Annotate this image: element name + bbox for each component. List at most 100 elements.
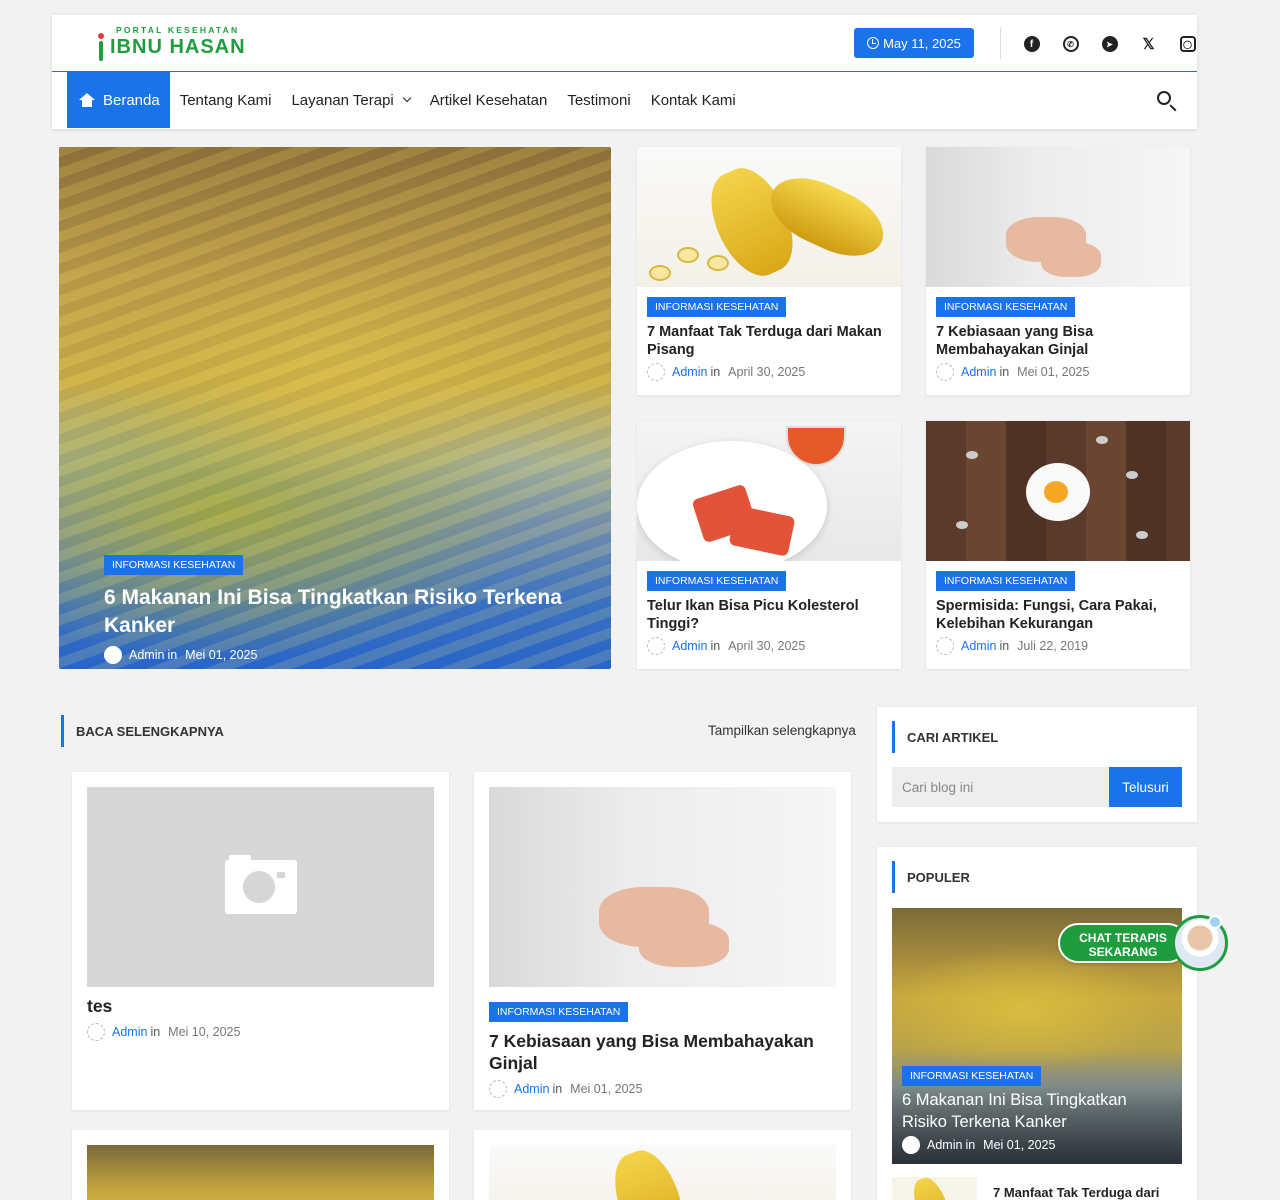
author-link[interactable]: Admin bbox=[672, 365, 707, 379]
post-title[interactable]: 7 Manfaat Tak Terduga dari bbox=[993, 1185, 1159, 1200]
featured-card[interactable]: INFORMASI KESEHATAN Telur Ikan Bisa Picu… bbox=[637, 421, 901, 669]
nav-item-beranda[interactable]: Beranda bbox=[67, 72, 170, 128]
show-all-link[interactable]: Tampilkan selengkapnya bbox=[708, 723, 856, 738]
nav-item-kontak-kami[interactable]: Kontak Kami bbox=[641, 72, 746, 128]
post-thumbnail[interactable] bbox=[489, 787, 836, 987]
nav-label: Layanan Terapi bbox=[291, 91, 394, 109]
avatar bbox=[936, 637, 954, 655]
post-thumbnail[interactable] bbox=[892, 1177, 977, 1200]
divider bbox=[1000, 27, 1001, 59]
nav-item-artikel-kesehatan[interactable]: Artikel Kesehatan bbox=[420, 72, 558, 128]
post-meta: Admin in Mei 01, 2025 bbox=[104, 646, 571, 664]
post-meta: Admin in April 30, 2025 bbox=[647, 637, 891, 655]
current-date: May 11, 2025 bbox=[883, 35, 961, 51]
post-meta: Admin in Mei 01, 2025 bbox=[489, 1080, 836, 1098]
category-badge[interactable]: INFORMASI KESEHATAN bbox=[489, 1002, 629, 1022]
instagram-icon: ◯ bbox=[1179, 36, 1196, 52]
search-button[interactable]: Telusuri bbox=[1109, 767, 1182, 807]
status-dot bbox=[1208, 915, 1222, 929]
social-links: f ✆ ➤ 𝕏 ◯ bbox=[1012, 33, 1207, 55]
avatar bbox=[104, 646, 122, 664]
author-link[interactable]: Admin bbox=[129, 648, 164, 662]
featured-card[interactable]: INFORMASI KESEHATAN 7 Manfaat Tak Terdug… bbox=[637, 147, 901, 395]
chat-therapist-button[interactable]: CHAT TERAPIS SEKARANG bbox=[1058, 915, 1228, 973]
post-title[interactable]: 6 Makanan Ini Bisa Tingkatkan Risiko Ter… bbox=[104, 584, 571, 640]
author-link[interactable]: Admin bbox=[927, 1138, 962, 1152]
widget-title: CARI ARTIKEL bbox=[892, 721, 998, 753]
author-link[interactable]: Admin bbox=[961, 365, 996, 379]
post-thumbnail[interactable] bbox=[637, 147, 901, 287]
blog-search-form: Telusuri bbox=[892, 767, 1182, 807]
category-badge[interactable]: INFORMASI KESEHATAN bbox=[936, 571, 1076, 591]
post-thumbnail[interactable] bbox=[87, 1145, 434, 1200]
post-title[interactable]: 7 Manfaat Tak Terduga dari Makan Pisang bbox=[647, 323, 891, 359]
category-badge[interactable]: INFORMASI KESEHATAN bbox=[647, 297, 787, 317]
section-title: BACA SELENGKAPNYA bbox=[61, 715, 224, 747]
post-title[interactable]: Telur Ikan Bisa Picu Kolesterol Tinggi? bbox=[647, 597, 891, 633]
nav-label: Beranda bbox=[103, 91, 160, 109]
clock-icon bbox=[867, 37, 880, 49]
category-badge[interactable]: INFORMASI KESEHATAN bbox=[104, 555, 244, 575]
post-date: April 30, 2025 bbox=[728, 639, 806, 653]
post-thumbnail[interactable] bbox=[637, 421, 901, 561]
chevron-down-icon bbox=[402, 93, 412, 103]
category-badge[interactable]: INFORMASI KESEHATAN bbox=[647, 571, 787, 591]
category-badge[interactable]: INFORMASI KESEHATAN bbox=[936, 297, 1076, 317]
search-widget: CARI ARTIKEL Telusuri bbox=[877, 707, 1197, 822]
site-logo[interactable]: PORTAL KESEHATAN IBNU HASAN bbox=[98, 25, 246, 61]
x-icon: 𝕏 bbox=[1142, 36, 1155, 53]
post-card[interactable]: tes Admin in Mei 10, 2025 bbox=[72, 772, 449, 1110]
post-thumbnail[interactable] bbox=[926, 147, 1190, 287]
nav-item-testimoni[interactable]: Testimoni bbox=[557, 72, 640, 128]
post-date: Mei 10, 2025 bbox=[168, 1025, 241, 1039]
author-link[interactable]: Admin bbox=[961, 639, 996, 653]
post-date: Mei 01, 2025 bbox=[1017, 365, 1090, 379]
post-title[interactable]: 7 Kebiasaan yang Bisa Membahayakan Ginja… bbox=[936, 323, 1180, 359]
telegram-icon: ➤ bbox=[1101, 36, 1118, 52]
post-title[interactable]: tes bbox=[87, 995, 434, 1017]
post-card[interactable] bbox=[72, 1130, 449, 1200]
whatsapp-icon: ✆ bbox=[1062, 36, 1079, 52]
logo-mark-icon bbox=[98, 32, 104, 61]
post-meta: Admin in Mei 10, 2025 bbox=[87, 1023, 434, 1041]
widget-title: POPULER bbox=[892, 861, 970, 893]
category-badge[interactable]: INFORMASI KESEHATAN bbox=[902, 1066, 1042, 1086]
avatar bbox=[489, 1080, 507, 1098]
site-header: PORTAL KESEHATAN IBNU HASAN May 11, 2025… bbox=[52, 15, 1197, 129]
x-link[interactable]: 𝕏 bbox=[1129, 33, 1168, 55]
telegram-link[interactable]: ➤ bbox=[1090, 33, 1129, 55]
avatar bbox=[902, 1136, 920, 1154]
nav-item-layanan-terapi[interactable]: Layanan Terapi bbox=[281, 72, 419, 128]
instagram-link[interactable]: ◯ bbox=[1168, 33, 1207, 55]
author-link[interactable]: Admin bbox=[112, 1025, 147, 1039]
facebook-link[interactable]: f bbox=[1012, 33, 1051, 55]
whatsapp-link[interactable]: ✆ bbox=[1051, 33, 1090, 55]
top-bar: PORTAL KESEHATAN IBNU HASAN May 11, 2025… bbox=[52, 15, 1197, 72]
featured-card[interactable]: INFORMASI KESEHATAN 7 Kebiasaan yang Bis… bbox=[926, 147, 1190, 395]
featured-hero-post[interactable]: INFORMASI KESEHATAN 6 Makanan Ini Bisa T… bbox=[59, 147, 611, 669]
post-title[interactable]: Spermisida: Fungsi, Cara Pakai, Kelebiha… bbox=[936, 597, 1180, 633]
search-icon[interactable] bbox=[1157, 91, 1171, 105]
avatar bbox=[87, 1023, 105, 1041]
post-thumbnail[interactable] bbox=[926, 421, 1190, 561]
avatar bbox=[936, 363, 954, 381]
post-meta: Admin in Juli 22, 2019 bbox=[936, 637, 1180, 655]
author-link[interactable]: Admin bbox=[514, 1082, 549, 1096]
nav-item-tentang-kami[interactable]: Tentang Kami bbox=[170, 72, 282, 128]
post-thumbnail[interactable] bbox=[87, 787, 434, 987]
post-title[interactable]: 6 Makanan Ini Bisa Tingkatkan Risiko Ter… bbox=[902, 1089, 1172, 1133]
post-meta: Admin in Mei 01, 2025 bbox=[902, 1136, 1172, 1154]
logo-name: IBNU HASAN bbox=[110, 36, 246, 58]
post-card[interactable] bbox=[474, 1130, 851, 1200]
popular-widget: POPULER INFORMASI KESEHATAN 6 Makanan In… bbox=[877, 847, 1197, 1200]
post-card[interactable]: INFORMASI KESEHATAN 7 Kebiasaan yang Bis… bbox=[474, 772, 851, 1110]
post-title[interactable]: 7 Kebiasaan yang Bisa Membahayakan Ginja… bbox=[489, 1030, 836, 1074]
post-thumbnail[interactable] bbox=[489, 1145, 836, 1200]
camera-icon bbox=[224, 855, 297, 914]
post-date: Mei 01, 2025 bbox=[570, 1082, 643, 1096]
post-date: Juli 22, 2019 bbox=[1017, 639, 1089, 653]
search-input[interactable] bbox=[892, 767, 1109, 807]
post-meta: Admin in April 30, 2025 bbox=[647, 363, 891, 381]
featured-card[interactable]: INFORMASI KESEHATAN Spermisida: Fungsi, … bbox=[926, 421, 1190, 669]
author-link[interactable]: Admin bbox=[672, 639, 707, 653]
